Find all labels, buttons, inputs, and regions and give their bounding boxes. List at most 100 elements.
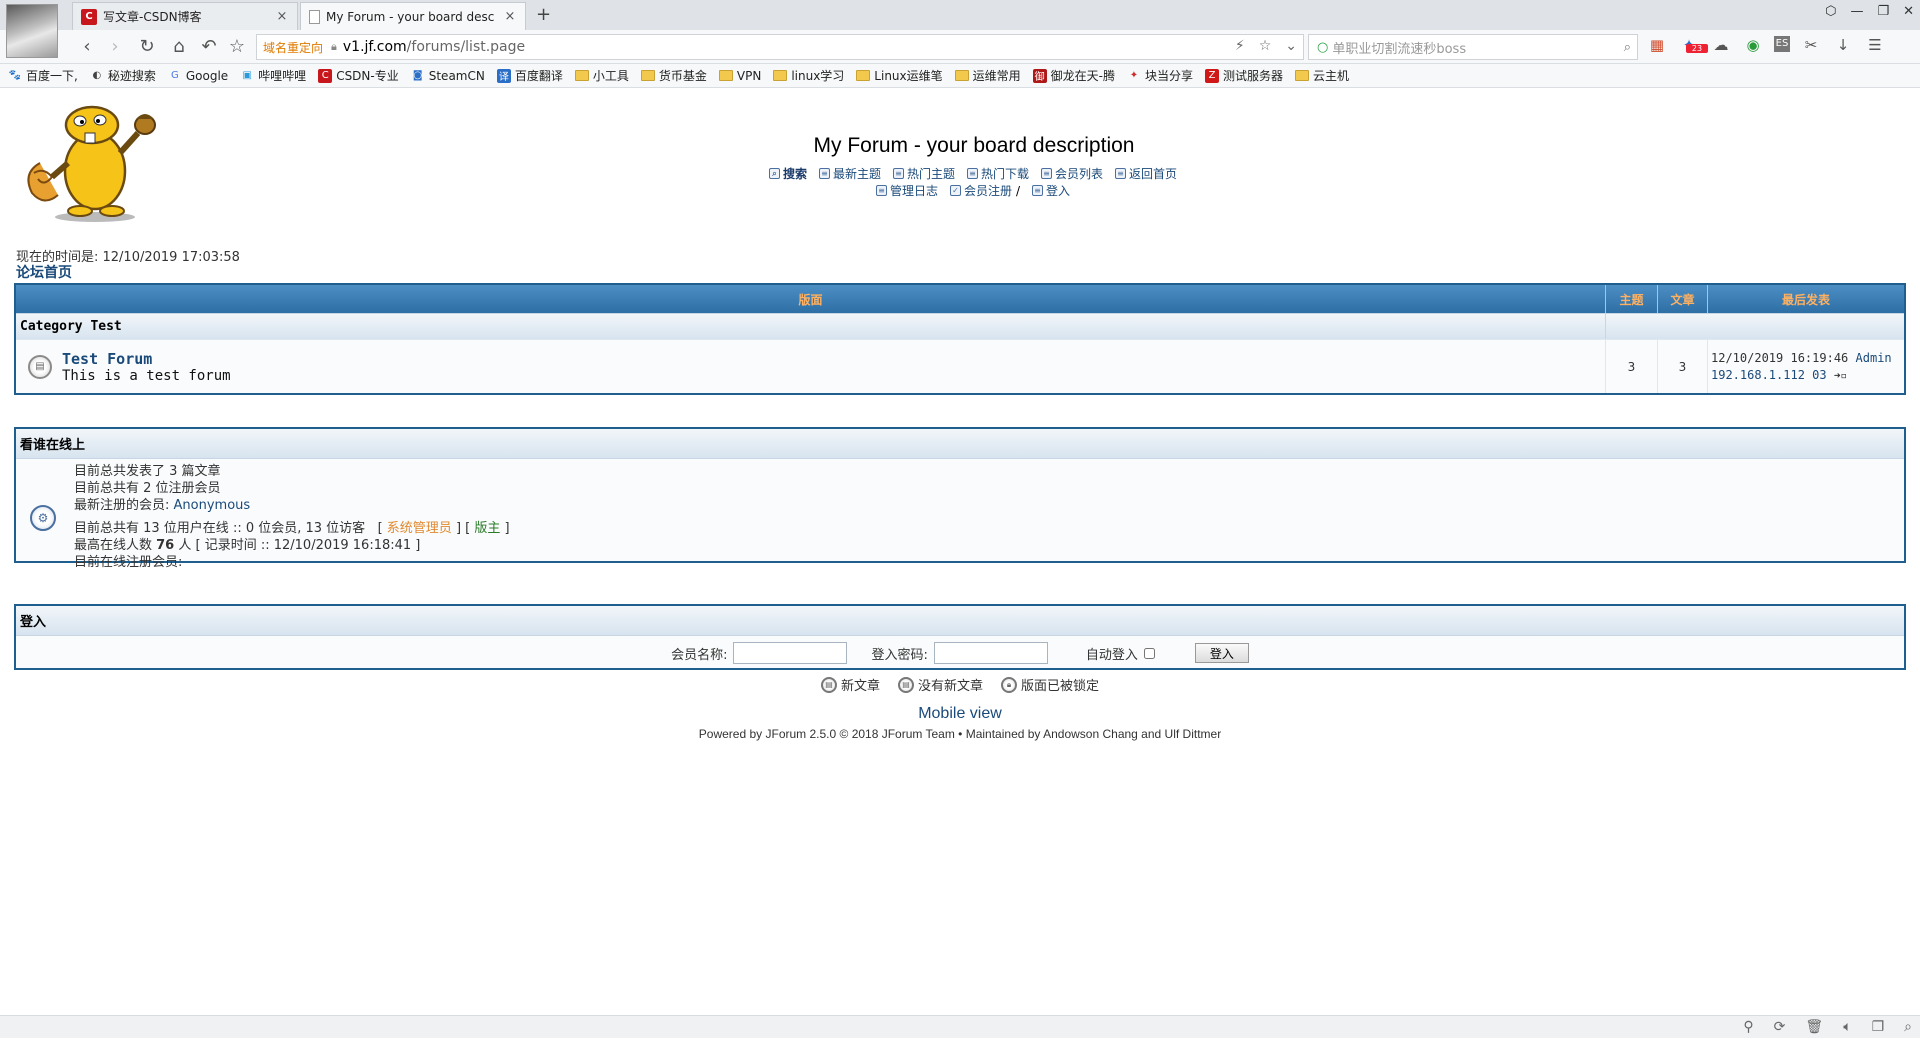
volume-icon[interactable]: 🔈︎	[1843, 1019, 1851, 1035]
folder-icon	[1295, 70, 1310, 81]
bookmark-label: Google	[185, 68, 229, 83]
nav-link-search[interactable]: ⌕ 搜索	[768, 165, 807, 182]
breadcrumb-forum-index[interactable]: 论坛首页	[16, 262, 72, 282]
favorite-star-icon[interactable]: ☆	[1259, 38, 1272, 54]
window-icon[interactable]: ❐	[1872, 1019, 1885, 1035]
globe-icon[interactable]: ◉	[1742, 36, 1764, 54]
hot-topics-icon: ≡	[892, 168, 904, 179]
search-box[interactable]: ○ 单职业切割流速秒boss ⌕	[1308, 34, 1638, 60]
nav-link-mod-log[interactable]: ≡ 管理日志	[875, 182, 938, 199]
nav-link-member-list[interactable]: ≡ 会员列表	[1041, 165, 1103, 182]
bookmark-item[interactable]: C CSDN-专业	[318, 67, 399, 84]
bookmark-item[interactable]: 小工具	[574, 67, 629, 84]
status-bar: ⚲ ⟳ 🗑︎ 🔈︎ ❐ ⌕	[0, 1015, 1920, 1038]
new-posts-icon: ▤	[820, 676, 837, 693]
undo-icon[interactable]: ↶	[198, 36, 220, 57]
restore-icon[interactable]: ❐	[1877, 4, 1889, 19]
reload-icon[interactable]: ↻	[136, 36, 158, 57]
nav-link-new-topics[interactable]: ≡ 最新主题	[818, 165, 881, 182]
skin-icon[interactable]: ⬡	[1825, 4, 1836, 19]
security-icon[interactable]: 🔒︎	[331, 40, 337, 54]
es-icon[interactable]: ES	[1774, 36, 1790, 52]
close-icon[interactable]: ×	[503, 9, 517, 24]
legend-item: ▤ 没有新文章	[897, 675, 983, 694]
password-field[interactable]	[933, 642, 1048, 664]
nav-link-label: 热门下载	[981, 167, 1030, 181]
search-icon[interactable]: ⌕	[1624, 40, 1631, 55]
back-icon[interactable]: ‹	[76, 36, 98, 57]
bookmark-item[interactable]: ▣ 哔哩哔哩	[240, 67, 306, 84]
refresh-icon[interactable]: ⟳	[1774, 1019, 1786, 1035]
zoom-icon[interactable]: ⌕	[1904, 1019, 1912, 1035]
forum-link[interactable]: Test Forum	[62, 350, 152, 368]
address-bar[interactable]: 域名重定向 🔒︎ v1.jf.com/forums/list.page ⚡︎ ☆…	[256, 34, 1304, 60]
nav-link-login[interactable]: ≡ 登入	[1032, 182, 1070, 199]
bookmark-item[interactable]: ◙ SteamCN	[411, 69, 485, 83]
bookmark-item[interactable]: 货币基金	[640, 67, 707, 84]
download-icon[interactable]: ↓	[1832, 36, 1854, 54]
last-post-author[interactable]: Admin	[1856, 351, 1892, 365]
extension-badge-icon[interactable]: ✦23	[1678, 36, 1708, 54]
game-icon: 御	[1032, 68, 1047, 83]
record-online-line: 最高在线人数 76 人 [ 记录时间 :: 12/10/2019 16:18:4…	[74, 538, 421, 553]
translate-icon: 译	[496, 68, 511, 83]
menu-icon[interactable]: ☰	[1864, 36, 1886, 54]
bookmark-item[interactable]: Linux运维笔	[856, 67, 943, 84]
trash-icon[interactable]: 🗑︎	[1805, 1019, 1823, 1035]
hot-downloads-icon: ≡	[967, 168, 978, 179]
goto-last-post-icon[interactable]: ➜▫	[1834, 369, 1847, 382]
folder-icon	[773, 70, 788, 81]
category-name[interactable]: Category Test	[16, 314, 1606, 339]
mobile-view-link[interactable]: Mobile view	[0, 705, 1920, 723]
tab-forum[interactable]: My Forum - your board desc ×	[300, 2, 526, 30]
nav-link-register[interactable]: ✓ 会员注册	[949, 182, 1012, 199]
cloud-icon[interactable]: ☁	[1710, 36, 1732, 54]
bookmark-item[interactable]: ◐ 秘迹搜索	[90, 67, 155, 84]
bookmark-item[interactable]: 译百度翻译	[496, 67, 563, 84]
total-users-text: 目前总共有 2 位注册会员	[74, 481, 221, 496]
bookmark-item[interactable]: Z 测试服务器	[1205, 67, 1283, 84]
new-topics-icon: ≡	[818, 168, 830, 179]
pin-icon[interactable]: ⚲	[1743, 1019, 1753, 1035]
scissors-icon[interactable]: ✂	[1800, 36, 1822, 54]
bookmark-item[interactable]: VPN	[718, 68, 762, 83]
nav-link-hot-downloads[interactable]: ≡ 热门下载	[967, 165, 1029, 182]
apps-grid-icon[interactable]: ▦	[1646, 36, 1668, 54]
close-window-icon[interactable]: ✕	[1903, 4, 1914, 19]
profile-avatar[interactable]	[6, 4, 58, 58]
url-text[interactable]: v1.jf.com/forums/list.page	[343, 39, 525, 55]
bookmark-label: CSDN-专业	[336, 69, 399, 83]
share-icon: ✦	[1129, 70, 1139, 81]
bookmark-label: SteamCN	[428, 68, 485, 83]
tab-csdn[interactable]: C 写文章-CSDN博客 ×	[72, 2, 298, 30]
forward-icon[interactable]: ›	[104, 36, 126, 57]
bookmark-item[interactable]: G Google	[168, 69, 228, 83]
last-post-ip[interactable]: 192.168.1.112 03	[1711, 368, 1827, 382]
top-links: ⌕ 搜索 ≡ 最新主题 ≡ 热门主题 ≡ 热门下载 ≡ 会员列表 ≡ 返回首页 ≡ 管理日志 ✓ 会员注册 /…	[0, 165, 1920, 199]
chevron-down-icon[interactable]: ⌄	[1285, 38, 1297, 54]
lightning-icon[interactable]: ⚡︎	[1235, 38, 1245, 54]
folder-icon: ▤	[28, 354, 52, 379]
bookmark-star-icon[interactable]: ☆	[226, 36, 248, 57]
home-icon[interactable]: ⌂	[168, 36, 190, 57]
nav-link-hot-topics[interactable]: ≡ 热门主题	[892, 165, 955, 182]
login-title: 登入	[16, 606, 1904, 636]
newest-member-link[interactable]: Anonymous	[174, 498, 251, 513]
separator: /	[1015, 183, 1021, 198]
search-icon: ⌕	[768, 168, 780, 179]
nav-link-label: 登入	[1046, 184, 1071, 198]
bookmark-item[interactable]: linux学习	[773, 67, 844, 84]
close-icon[interactable]: ×	[275, 9, 289, 24]
bookmark-item[interactable]: 御御龙在天-腾	[1032, 67, 1115, 84]
bookmark-item[interactable]: 云主机	[1295, 67, 1349, 84]
new-tab-button[interactable]: +	[536, 4, 551, 25]
login-button[interactable]: 登入	[1194, 643, 1249, 663]
bookmark-label: VPN	[736, 68, 762, 83]
username-field[interactable]	[733, 642, 848, 664]
autologin-checkbox[interactable]	[1143, 647, 1155, 659]
bookmark-item[interactable]: ✦ 块当分享	[1127, 67, 1193, 84]
bookmark-item[interactable]: 🐾 百度一下,	[8, 67, 78, 84]
minimize-icon[interactable]: —	[1850, 4, 1863, 19]
bookmark-item[interactable]: 运维常用	[954, 67, 1021, 84]
nav-link-home[interactable]: ≡ 返回首页	[1115, 165, 1177, 182]
